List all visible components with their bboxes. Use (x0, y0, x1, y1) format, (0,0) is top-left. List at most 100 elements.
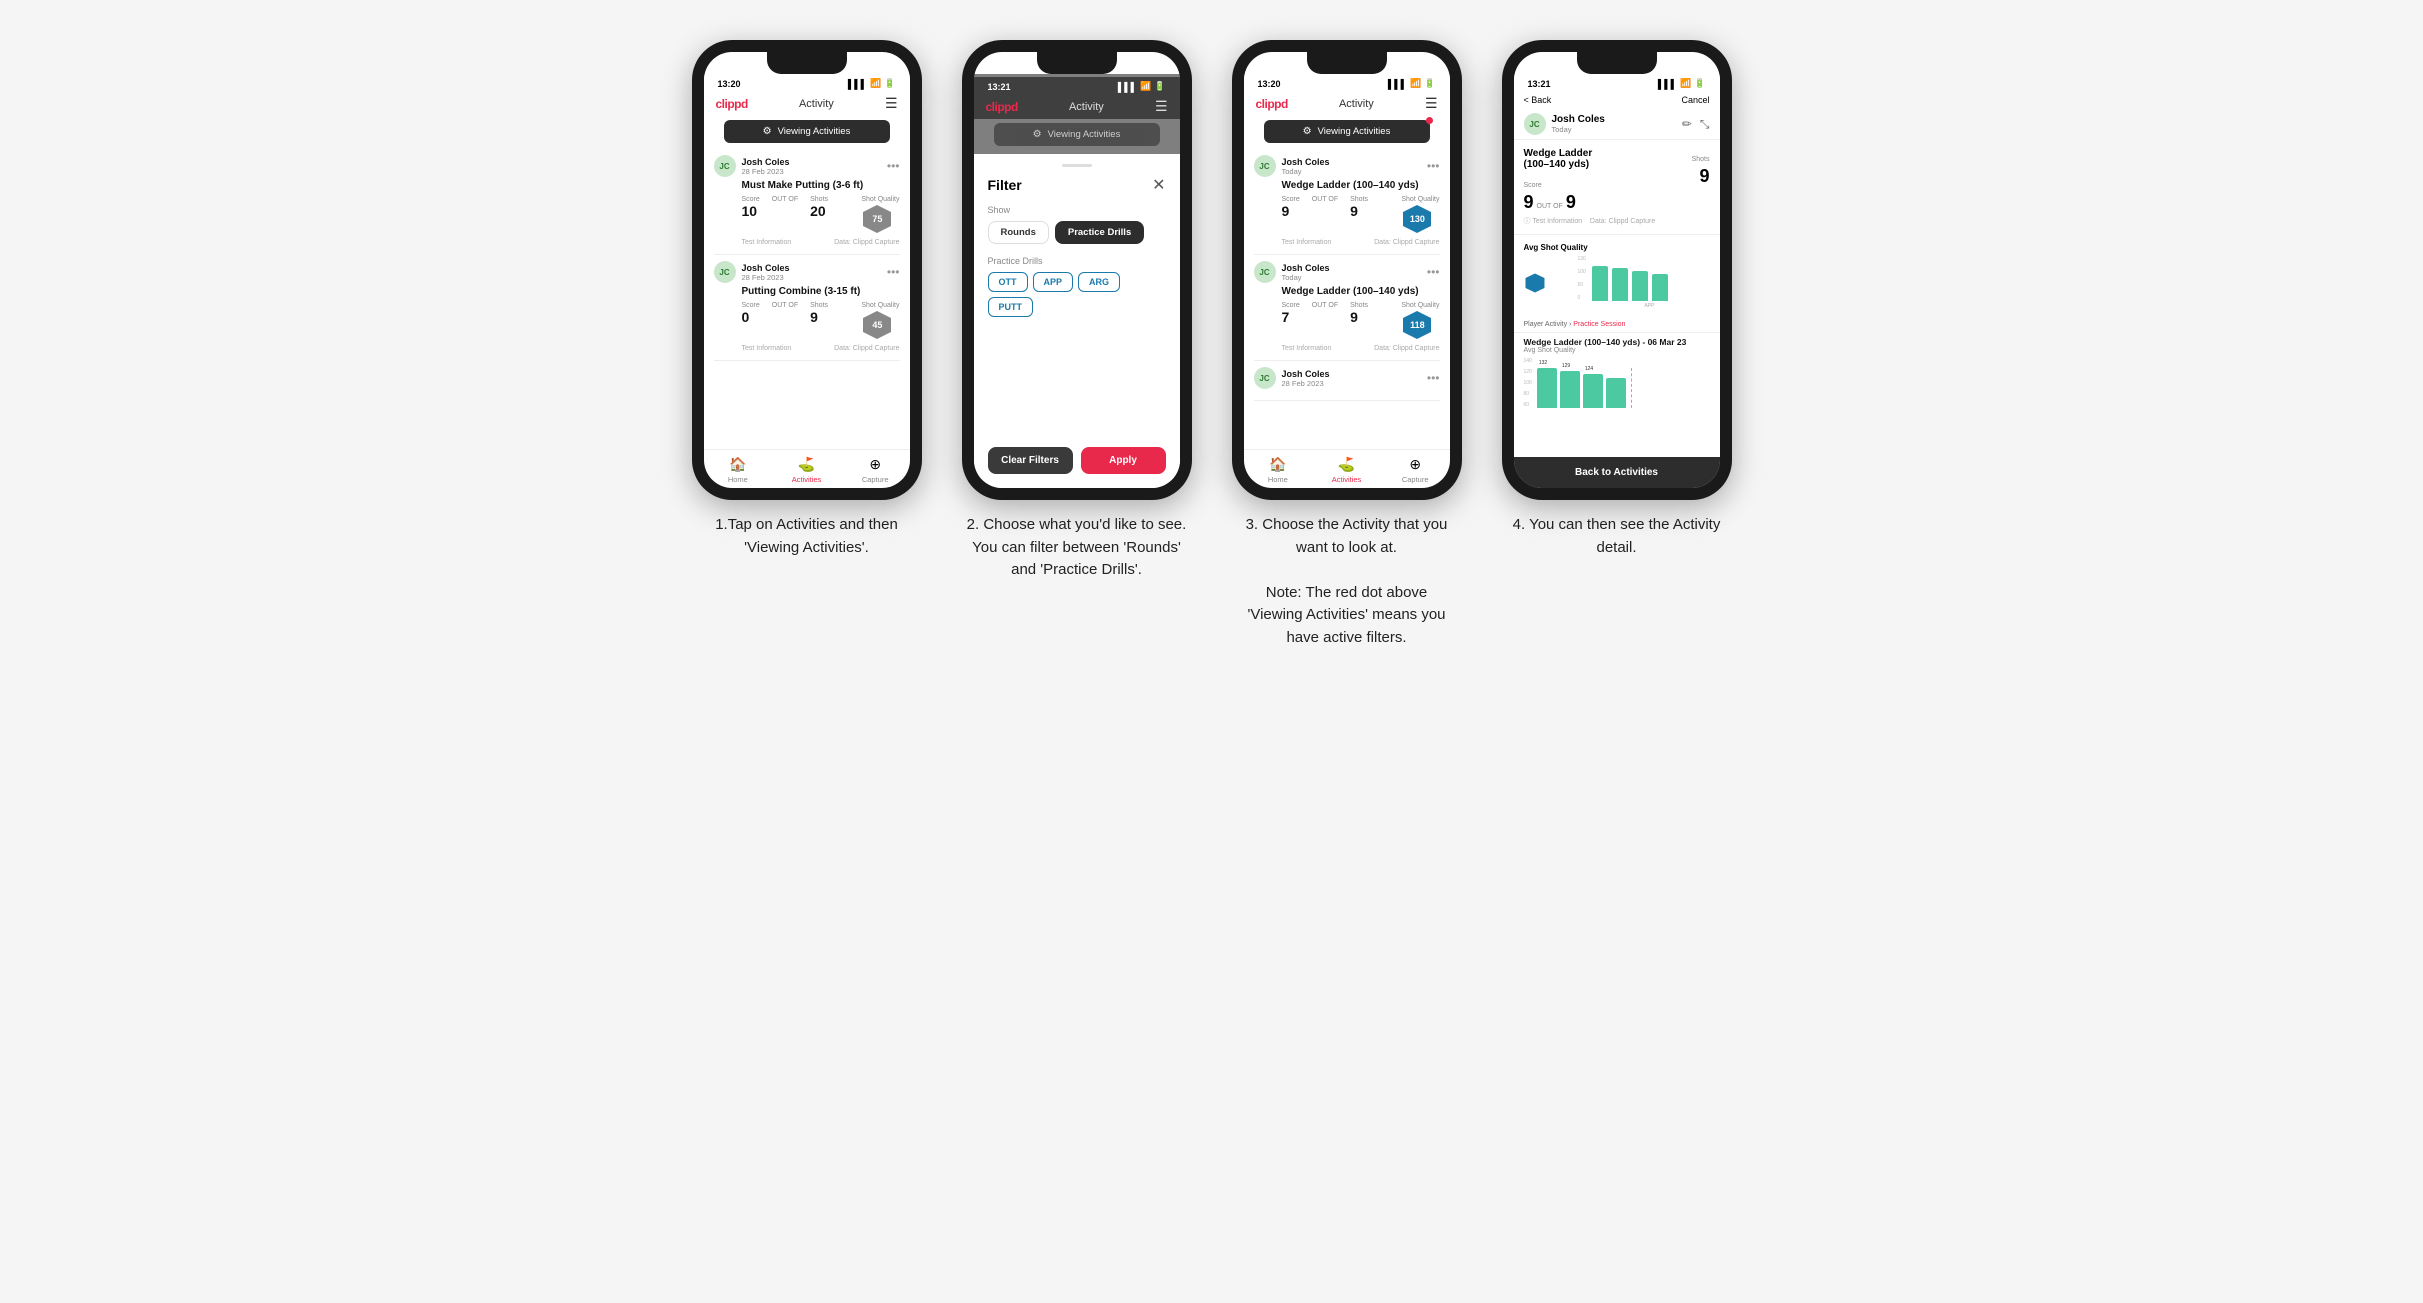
user-info-1: Josh Coles 28 Feb 2023 (742, 157, 887, 176)
rounds-filter-btn[interactable]: Rounds (988, 221, 1049, 244)
menu-icon-3[interactable]: ☰ (1425, 95, 1438, 112)
filter-actions: Clear Filters Apply (988, 447, 1166, 474)
user-date-1: 28 Feb 2023 (742, 167, 887, 176)
more-dots-2[interactable]: ••• (887, 265, 900, 279)
chart-bar-3 (1632, 271, 1648, 301)
phone-2-status-bar: 13:21 ▌▌▌ 📶 🔋 (974, 77, 1180, 94)
shots-label-3-1: Shots (1350, 196, 1368, 203)
battery-icon: 🔋 (884, 78, 895, 89)
nav-capture-label-1: Capture (862, 475, 889, 484)
more-dots-3-3[interactable]: ••• (1427, 371, 1440, 385)
apply-btn[interactable]: Apply (1081, 447, 1166, 474)
shots-val-1: 20 (810, 203, 826, 219)
nav-home-1[interactable]: 🏠 Home (704, 456, 773, 484)
clear-filters-btn[interactable]: Clear Filters (988, 447, 1073, 474)
more-dots-3-1[interactable]: ••• (1427, 159, 1440, 173)
drill-buttons: OTT APP ARG PUTT (988, 272, 1166, 317)
phone-2-column: 13:21 ▌▌▌ 📶 🔋 clippd Activity ☰ (957, 40, 1197, 582)
drill-btn-ott[interactable]: OTT (988, 272, 1028, 292)
practice-filter-btn[interactable]: Practice Drills (1055, 221, 1144, 244)
signal-icon-3: ▌▌▌ (1388, 79, 1407, 89)
back-btn[interactable]: < Back (1524, 95, 1552, 105)
app-title-2: Activity (1069, 101, 1104, 113)
nav-activities-1[interactable]: ⛳ Activities (772, 456, 841, 484)
red-dot-3 (1426, 117, 1433, 124)
filter-close-icon[interactable]: ✕ (1152, 175, 1165, 195)
quality-label-3-1: Shot Quality (1401, 196, 1439, 203)
drill-btn-app[interactable]: APP (1033, 272, 1074, 292)
status-time: 13:20 (718, 79, 741, 89)
status-icons-3: ▌▌▌ 📶 🔋 (1388, 78, 1436, 89)
drill-btn-putt[interactable]: PUTT (988, 297, 1034, 317)
viewing-bar-1[interactable]: ⚙ Viewing Activities (724, 120, 890, 143)
avatar-4: JC (1524, 113, 1546, 135)
more-dots-3-2[interactable]: ••• (1427, 265, 1440, 279)
activities-icon-3: ⛳ (1338, 456, 1355, 473)
activity-card-3-1[interactable]: JC Josh Coles Today ••• Wedge Ladder (10… (1254, 155, 1440, 255)
user-date-3-2: Today (1282, 273, 1427, 282)
cancel-btn[interactable]: Cancel (1681, 95, 1709, 105)
phone-4-status-bar: 13:21 ▌▌▌ 📶 🔋 (1514, 74, 1720, 91)
back-activities-btn[interactable]: Back to Activities (1514, 457, 1720, 488)
wifi-icon: 📶 (870, 78, 881, 89)
phone-4-column: 13:21 ▌▌▌ 📶 🔋 < Back Cancel JC Josh Cole… (1497, 40, 1737, 559)
detail-info: ⓘ Test Information Data: Clippd Capture (1524, 216, 1710, 226)
info-right-2: Data: Clippd Capture (834, 345, 899, 352)
activity-card-3-3[interactable]: JC Josh Coles 28 Feb 2023 ••• (1254, 367, 1440, 401)
outof-1: OUT OF (772, 196, 798, 203)
viewing-bar-3[interactable]: ⚙ Viewing Activities (1264, 120, 1430, 143)
home-icon-1: 🏠 (729, 456, 746, 473)
phone-4-screen: 13:21 ▌▌▌ 📶 🔋 < Back Cancel JC Josh Cole… (1514, 52, 1720, 488)
app-header-1: clippd Activity ☰ (704, 91, 910, 116)
detail-header: < Back Cancel (1514, 91, 1720, 109)
wifi-icon-4: 📶 (1680, 78, 1691, 89)
nav-activities-3[interactable]: ⛳ Activities (1312, 456, 1381, 484)
more-dots-1[interactable]: ••• (887, 159, 900, 173)
nav-capture-3[interactable]: ⊕ Capture (1381, 456, 1450, 484)
nav-capture-label-3: Capture (1402, 475, 1429, 484)
menu-icon-1[interactable]: ☰ (885, 95, 898, 112)
score-label-1: Score (742, 196, 760, 203)
filter-icon-2: ⚙ (1033, 129, 1042, 140)
app-header-3: clippd Activity ☰ (1244, 91, 1450, 116)
filter-header: Filter ✕ (988, 175, 1166, 195)
stats-row-1: Score 10 OUT OF Shots 20 Shot Quality (742, 196, 900, 235)
activity-card-3-2[interactable]: JC Josh Coles Today ••• Wedge Ladder (10… (1254, 261, 1440, 361)
shots-val-3-1: 9 (1350, 203, 1358, 219)
practice-session-highlight: Practice Session (1573, 321, 1625, 328)
quality-label-1: Shot Quality (861, 196, 899, 203)
activity-card-1[interactable]: JC Josh Coles 28 Feb 2023 ••• Must Make … (714, 155, 900, 255)
info-row-1: Test Information Data: Clippd Capture (742, 239, 900, 246)
avatar-1: JC (714, 155, 736, 177)
nav-home-3[interactable]: 🏠 Home (1244, 456, 1313, 484)
status-time-2: 13:21 (988, 82, 1011, 92)
phone-3-status-bar: 13:20 ▌▌▌ 📶 🔋 (1244, 74, 1450, 91)
chart-label-4 (1662, 303, 1678, 309)
quality-val-1: 75 (872, 214, 882, 224)
nav-capture-1[interactable]: ⊕ Capture (841, 456, 910, 484)
battery-icon-3: 🔋 (1424, 78, 1435, 89)
status-icons-2: ▌▌▌ 📶 🔋 (1118, 81, 1166, 92)
chart-label-1 (1602, 303, 1618, 309)
detail-score-label: Score (1524, 182, 1542, 189)
activity-card-2[interactable]: JC Josh Coles 28 Feb 2023 ••• Putting Co… (714, 261, 900, 361)
stats-row-3-2: Score 7 OUT OF Shots 9 Shot Quality (1282, 302, 1440, 341)
app-title-3: Activity (1339, 98, 1374, 110)
edit-icon[interactable]: ✏ (1682, 117, 1692, 132)
viewing-bar-text-3: Viewing Activities (1318, 126, 1391, 137)
drills-label: Practice Drills (988, 256, 1166, 266)
drill-btn-arg[interactable]: ARG (1078, 272, 1120, 292)
user-date-3-1: Today (1282, 167, 1427, 176)
expand-icon[interactable]: ⤡ (1700, 117, 1710, 132)
phone-4: 13:21 ▌▌▌ 📶 🔋 < Back Cancel JC Josh Cole… (1502, 40, 1732, 500)
activities-icon-1: ⛳ (798, 456, 815, 473)
hex-big: 130 (1524, 262, 1566, 304)
phone-2-screen: 13:21 ▌▌▌ 📶 🔋 clippd Activity ☰ (974, 52, 1180, 488)
chart-bar-detail-1: 132 (1537, 368, 1557, 408)
chart-dashed-line (1631, 368, 1632, 408)
caption-1: 1.Tap on Activities and then 'Viewing Ac… (697, 514, 917, 559)
info-row-2: Test Information Data: Clippd Capture (742, 345, 900, 352)
info-left-2: Test Information (742, 345, 792, 352)
nav-activities-label-3: Activities (1332, 475, 1362, 484)
detail-score-row: Score 9 OUT OF 9 (1524, 174, 1692, 213)
